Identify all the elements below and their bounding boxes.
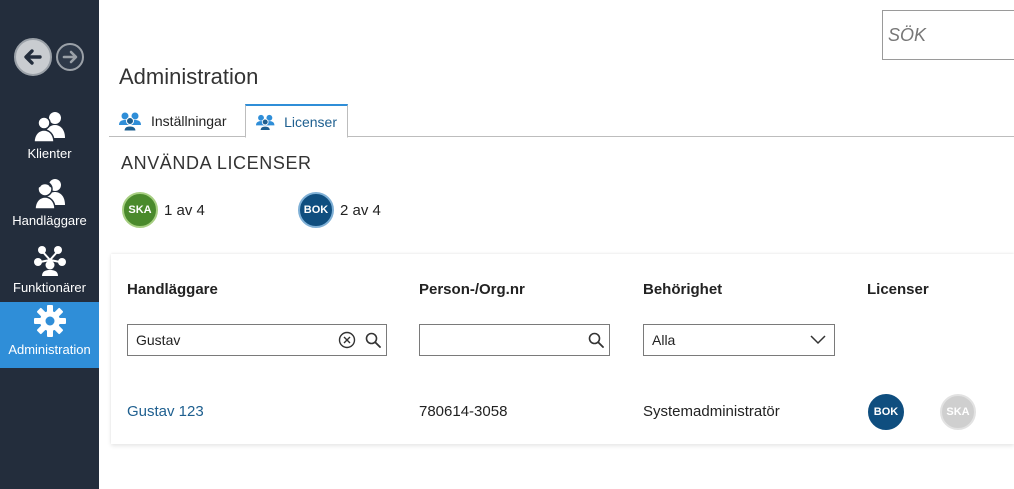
license-usage: 2 av 4 bbox=[340, 201, 381, 219]
sidebar-item-label: Handläggare bbox=[12, 213, 87, 228]
orgnr-filter-input[interactable] bbox=[420, 325, 583, 355]
column-header-orgnr: Person-/Org.nr bbox=[419, 281, 525, 298]
column-header-behorighet: Behörighet bbox=[643, 281, 723, 298]
license-toggle-bok[interactable]: BOK bbox=[868, 394, 904, 430]
column-header-handlaggare: Handläggare bbox=[127, 281, 218, 298]
sidebar-item-label: Klienter bbox=[27, 146, 72, 161]
handlaggare-filter bbox=[127, 324, 387, 356]
tab-installningar[interactable]: Inställningar bbox=[109, 104, 244, 137]
global-search bbox=[882, 10, 1014, 60]
license-badge: BOK bbox=[298, 192, 334, 228]
sidebar-item-label: Funktionärer bbox=[13, 280, 86, 295]
column-header-licenser: Licenser bbox=[867, 281, 929, 298]
license-usage: 1 av 4 bbox=[164, 201, 205, 219]
sidebar-item-klienter[interactable]: Klienter bbox=[0, 106, 99, 172]
user-orgnr: 780614-3058 bbox=[419, 403, 508, 420]
chevron-down-icon bbox=[802, 325, 834, 355]
search-icon bbox=[588, 332, 604, 348]
users-icon bbox=[32, 112, 65, 142]
license-summary-ska: SKA 1 av 4 bbox=[122, 192, 205, 228]
sidebar-item-administration[interactable]: Administration bbox=[0, 302, 99, 368]
sidebar-item-label: Administration bbox=[8, 342, 91, 357]
page-title: Administration bbox=[119, 64, 259, 89]
clear-icon bbox=[338, 331, 356, 349]
caseworker-icon bbox=[33, 179, 65, 209]
user-role: Systemadministratör bbox=[643, 403, 780, 420]
tab-bar: Inställningar Licenser bbox=[109, 104, 1014, 138]
search-input[interactable] bbox=[883, 11, 1014, 59]
gear-icon bbox=[33, 305, 66, 337]
users-icon bbox=[119, 112, 141, 131]
sidebar-item-funktionarer[interactable]: Funktionärer bbox=[0, 240, 99, 306]
tab-label: Inställningar bbox=[151, 112, 227, 129]
arrow-right-icon bbox=[62, 50, 78, 64]
sidebar: Klienter Handläggare Funktionärer Admini… bbox=[0, 0, 99, 489]
search-button[interactable] bbox=[583, 325, 609, 355]
orgnr-filter bbox=[419, 324, 610, 356]
handlaggare-filter-input[interactable] bbox=[128, 325, 334, 355]
clear-button[interactable] bbox=[334, 325, 360, 355]
forward-button[interactable] bbox=[56, 43, 84, 71]
user-name-link[interactable]: Gustav 123 bbox=[127, 403, 204, 420]
history-nav bbox=[14, 38, 84, 76]
users-icon bbox=[256, 114, 275, 131]
tab-licenser[interactable]: Licenser bbox=[245, 104, 348, 138]
network-icon bbox=[33, 246, 66, 276]
sidebar-item-handlaggare[interactable]: Handläggare bbox=[0, 173, 99, 239]
tab-label: Licenser bbox=[284, 113, 337, 130]
search-icon bbox=[365, 332, 381, 348]
license-summary-bok: BOK 2 av 4 bbox=[298, 192, 381, 228]
back-button[interactable] bbox=[14, 38, 52, 76]
license-toggle-ska[interactable]: SKA bbox=[940, 394, 976, 430]
behorighet-selected: Alla bbox=[652, 332, 676, 348]
section-title: ANVÄNDA LICENSER bbox=[121, 153, 312, 173]
license-badge: SKA bbox=[122, 192, 158, 228]
behorighet-select[interactable]: Alla bbox=[643, 324, 835, 356]
search-button[interactable] bbox=[360, 325, 386, 355]
arrow-left-icon bbox=[24, 49, 42, 65]
